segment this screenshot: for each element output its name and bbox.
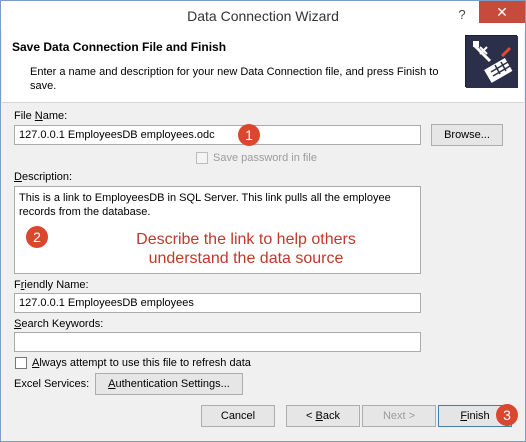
next-button[interactable]: Next > — [362, 405, 436, 427]
page-description: Enter a name and description for your ne… — [30, 66, 439, 92]
annotation-note: Describe the link to help others underst… — [96, 230, 396, 268]
cancel-button[interactable]: Cancel — [201, 405, 275, 427]
title-bar: Data Connection Wizard ? ✕ — [1, 1, 525, 31]
file-name-label: File Name: — [14, 110, 68, 122]
annotation-marker-1: 1 — [238, 124, 260, 146]
window-title: Data Connection Wizard — [187, 8, 339, 24]
data-connection-icon — [465, 35, 518, 88]
annotation-marker-2: 2 — [26, 226, 48, 248]
annotation-note-line-1: Describe the link to help others — [136, 231, 356, 248]
annotation-marker-3: 3 — [496, 404, 518, 426]
file-name-input[interactable]: 127.0.0.1 EmployeesDB employees.odc — [14, 125, 421, 145]
always-attempt-label: Always attempt to use this file to refre… — [32, 357, 251, 369]
help-icon[interactable]: ? — [451, 5, 473, 25]
save-password-label: Save password in file — [213, 152, 317, 164]
friendly-name-label: Friendly Name: — [14, 279, 89, 291]
search-keywords-label: Search Keywords: — [14, 318, 104, 330]
page-title: Save Data Connection File and Finish — [12, 40, 227, 54]
excel-services-label: Excel Services: — [14, 378, 90, 390]
wizard-header: Save Data Connection File and Finish Ent… — [2, 31, 524, 103]
annotation-note-line-2: understand the data source — [148, 250, 344, 267]
data-connection-wizard-window: Data Connection Wizard ? ✕ Save Data Con… — [0, 0, 526, 442]
browse-button[interactable]: Browse... — [431, 124, 503, 146]
always-attempt-checkbox[interactable] — [15, 357, 27, 369]
description-label: Description: — [14, 171, 73, 183]
save-password-checkbox[interactable] — [196, 152, 208, 164]
friendly-name-input[interactable]: 127.0.0.1 EmployeesDB employees — [14, 293, 421, 313]
authentication-settings-button[interactable]: Authentication Settings... — [95, 373, 243, 395]
search-keywords-input[interactable] — [14, 332, 421, 352]
close-icon[interactable]: ✕ — [479, 1, 525, 23]
back-button[interactable]: < Back — [286, 405, 360, 427]
